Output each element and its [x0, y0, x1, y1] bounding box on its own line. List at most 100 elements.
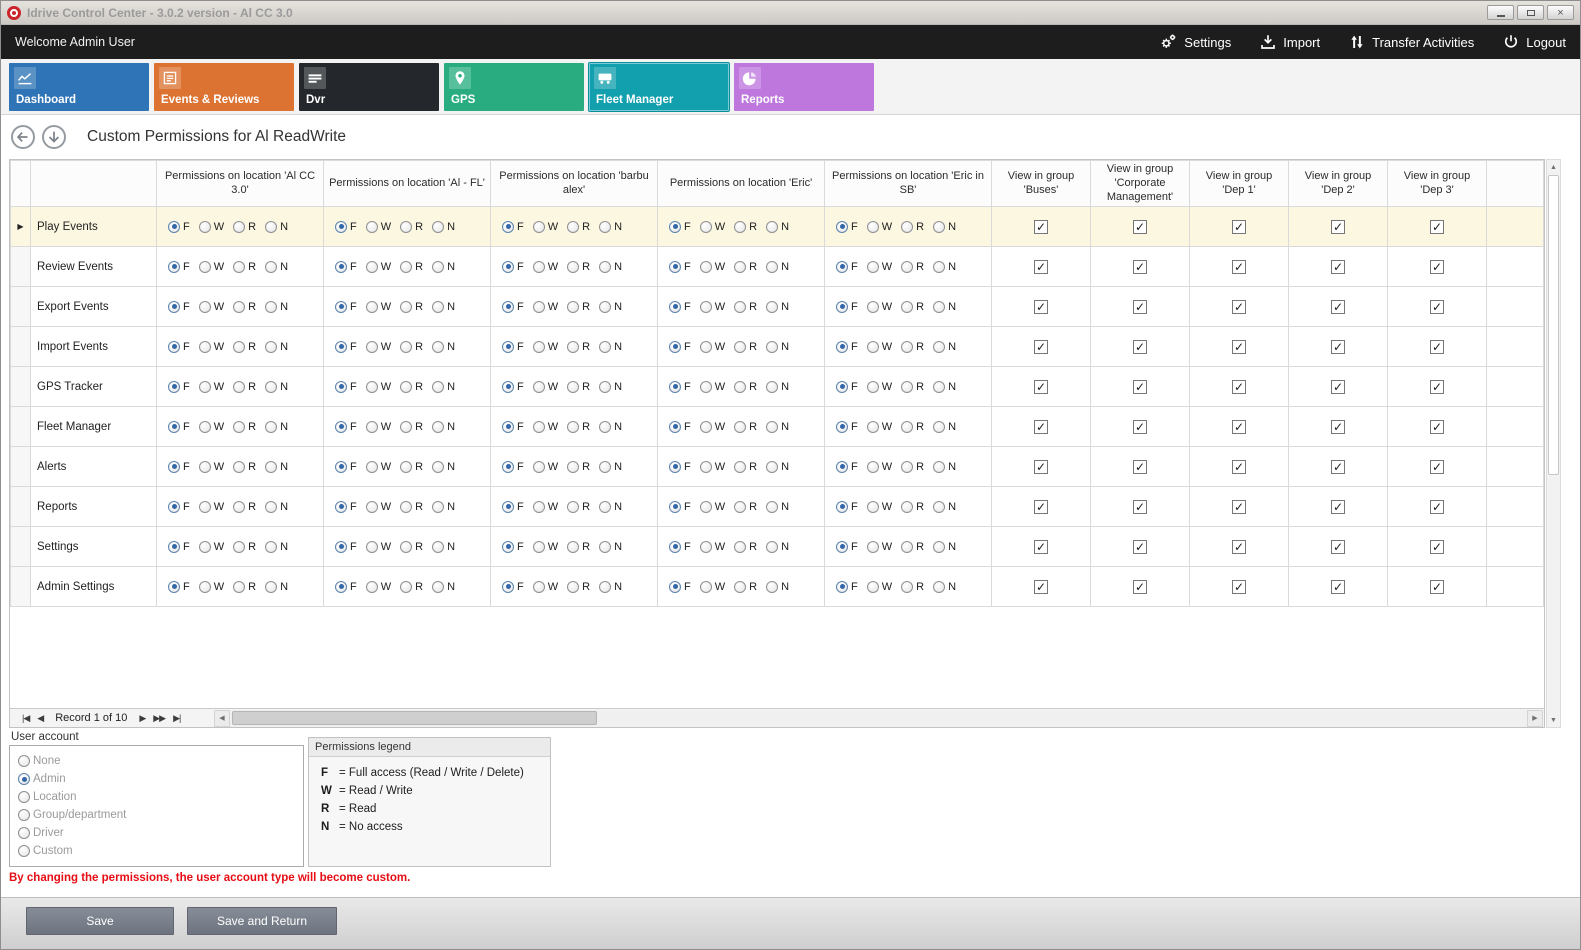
- tab-fleet-manager[interactable]: Fleet Manager: [589, 63, 729, 111]
- permission-radio-W[interactable]: W: [199, 421, 224, 433]
- permission-radio-N[interactable]: N: [933, 421, 956, 433]
- permission-radio-N[interactable]: N: [265, 501, 288, 513]
- grid-row-admin-settings[interactable]: Admin SettingsFWRNFWRNFWRNFWRNFWRN✓✓✓✓✓: [11, 567, 1544, 607]
- grid-row-fleet-manager[interactable]: Fleet ManagerFWRNFWRNFWRNFWRNFWRN✓✓✓✓✓: [11, 407, 1544, 447]
- group-checkbox[interactable]: ✓: [1133, 260, 1147, 274]
- permission-radio-F[interactable]: F: [168, 221, 190, 233]
- permission-radio-F[interactable]: F: [335, 421, 357, 433]
- permission-radio-R[interactable]: R: [734, 581, 757, 593]
- group-checkbox[interactable]: ✓: [1430, 540, 1444, 554]
- permission-radio-N[interactable]: N: [432, 381, 455, 393]
- scroll-down-arrow-icon[interactable]: ▼: [1547, 713, 1560, 727]
- permission-radio-W[interactable]: W: [700, 221, 725, 233]
- permission-radio-R[interactable]: R: [233, 261, 256, 273]
- permission-radio-R[interactable]: R: [734, 221, 757, 233]
- permission-radio-F[interactable]: F: [168, 541, 190, 553]
- permission-radio-W[interactable]: W: [533, 501, 558, 513]
- permission-radio-F[interactable]: F: [168, 461, 190, 473]
- group-checkbox[interactable]: ✓: [1430, 500, 1444, 514]
- permission-radio-F[interactable]: F: [335, 261, 357, 273]
- permission-radio-N[interactable]: N: [599, 421, 622, 433]
- horizontal-scrollbar-track[interactable]: [230, 710, 1527, 727]
- permission-radio-F[interactable]: F: [836, 541, 858, 553]
- permission-radio-W[interactable]: W: [867, 421, 892, 433]
- permission-radio-F[interactable]: F: [669, 301, 691, 313]
- user-account-option-driver[interactable]: Driver: [18, 824, 295, 842]
- maximize-button[interactable]: [1517, 5, 1544, 20]
- vertical-scrollbar[interactable]: ▲ ▼: [1546, 159, 1561, 728]
- back-button[interactable]: [11, 125, 35, 149]
- group-column-header-3[interactable]: View in group 'Dep 2': [1289, 161, 1388, 207]
- permission-radio-N[interactable]: N: [766, 341, 789, 353]
- permission-radio-N[interactable]: N: [599, 461, 622, 473]
- permission-radio-F[interactable]: F: [168, 421, 190, 433]
- permission-radio-N[interactable]: N: [933, 261, 956, 273]
- permission-radio-N[interactable]: N: [933, 301, 956, 313]
- permission-radio-W[interactable]: W: [867, 221, 892, 233]
- permission-radio-N[interactable]: N: [599, 501, 622, 513]
- horizontal-scrollbar-thumb[interactable]: [232, 711, 597, 725]
- permission-radio-N[interactable]: N: [599, 341, 622, 353]
- permission-radio-F[interactable]: F: [168, 301, 190, 313]
- permission-radio-R[interactable]: R: [233, 501, 256, 513]
- permission-radio-R[interactable]: R: [400, 541, 423, 553]
- permission-radio-F[interactable]: F: [168, 581, 190, 593]
- permission-radio-F[interactable]: F: [836, 381, 858, 393]
- permission-radio-W[interactable]: W: [867, 541, 892, 553]
- permission-radio-W[interactable]: W: [700, 501, 725, 513]
- user-account-option-admin[interactable]: Admin: [18, 770, 295, 788]
- group-checkbox[interactable]: ✓: [1232, 220, 1246, 234]
- group-column-header-4[interactable]: View in group 'Dep 3': [1388, 161, 1487, 207]
- permission-radio-W[interactable]: W: [199, 461, 224, 473]
- permission-radio-R[interactable]: R: [567, 541, 590, 553]
- permission-radio-F[interactable]: F: [335, 221, 357, 233]
- permission-radio-F[interactable]: F: [335, 381, 357, 393]
- group-checkbox[interactable]: ✓: [1133, 500, 1147, 514]
- permission-radio-W[interactable]: W: [867, 341, 892, 353]
- group-checkbox[interactable]: ✓: [1133, 580, 1147, 594]
- permission-radio-F[interactable]: F: [335, 301, 357, 313]
- permission-radio-N[interactable]: N: [766, 541, 789, 553]
- permission-radio-N[interactable]: N: [933, 341, 956, 353]
- permission-radio-R[interactable]: R: [233, 341, 256, 353]
- group-checkbox[interactable]: ✓: [1133, 300, 1147, 314]
- permission-radio-W[interactable]: W: [700, 581, 725, 593]
- grid-row-export-events[interactable]: Export EventsFWRNFWRNFWRNFWRNFWRN✓✓✓✓✓: [11, 287, 1544, 327]
- permission-radio-N[interactable]: N: [599, 581, 622, 593]
- permission-radio-F[interactable]: F: [669, 581, 691, 593]
- permission-radio-F[interactable]: F: [502, 501, 524, 513]
- group-checkbox[interactable]: ✓: [1232, 540, 1246, 554]
- permission-radio-F[interactable]: F: [335, 501, 357, 513]
- permission-radio-W[interactable]: W: [700, 461, 725, 473]
- group-checkbox[interactable]: ✓: [1232, 500, 1246, 514]
- permission-radio-F[interactable]: F: [836, 341, 858, 353]
- permission-radio-F[interactable]: F: [335, 541, 357, 553]
- permission-radio-R[interactable]: R: [567, 581, 590, 593]
- group-checkbox[interactable]: ✓: [1331, 260, 1345, 274]
- permission-radio-W[interactable]: W: [366, 381, 391, 393]
- permission-radio-W[interactable]: W: [533, 541, 558, 553]
- permission-radio-N[interactable]: N: [432, 341, 455, 353]
- permission-radio-N[interactable]: N: [766, 301, 789, 313]
- group-checkbox[interactable]: ✓: [1034, 500, 1048, 514]
- permission-radio-W[interactable]: W: [533, 341, 558, 353]
- grid-row-reports[interactable]: ReportsFWRNFWRNFWRNFWRNFWRN✓✓✓✓✓: [11, 487, 1544, 527]
- permission-radio-R[interactable]: R: [734, 501, 757, 513]
- group-checkbox[interactable]: ✓: [1034, 420, 1048, 434]
- close-button[interactable]: ×: [1547, 5, 1574, 20]
- permission-radio-R[interactable]: R: [400, 381, 423, 393]
- permission-radio-N[interactable]: N: [265, 301, 288, 313]
- permission-radio-R[interactable]: R: [734, 461, 757, 473]
- permission-radio-F[interactable]: F: [836, 461, 858, 473]
- permission-radio-R[interactable]: R: [734, 301, 757, 313]
- group-checkbox[interactable]: ✓: [1430, 380, 1444, 394]
- permission-radio-N[interactable]: N: [766, 261, 789, 273]
- group-checkbox[interactable]: ✓: [1232, 300, 1246, 314]
- permission-radio-R[interactable]: R: [233, 221, 256, 233]
- tab-gps[interactable]: GPS: [444, 63, 584, 111]
- permission-radio-N[interactable]: N: [599, 261, 622, 273]
- permission-radio-W[interactable]: W: [867, 501, 892, 513]
- permission-radio-W[interactable]: W: [700, 301, 725, 313]
- permission-radio-W[interactable]: W: [366, 501, 391, 513]
- permission-radio-R[interactable]: R: [734, 261, 757, 273]
